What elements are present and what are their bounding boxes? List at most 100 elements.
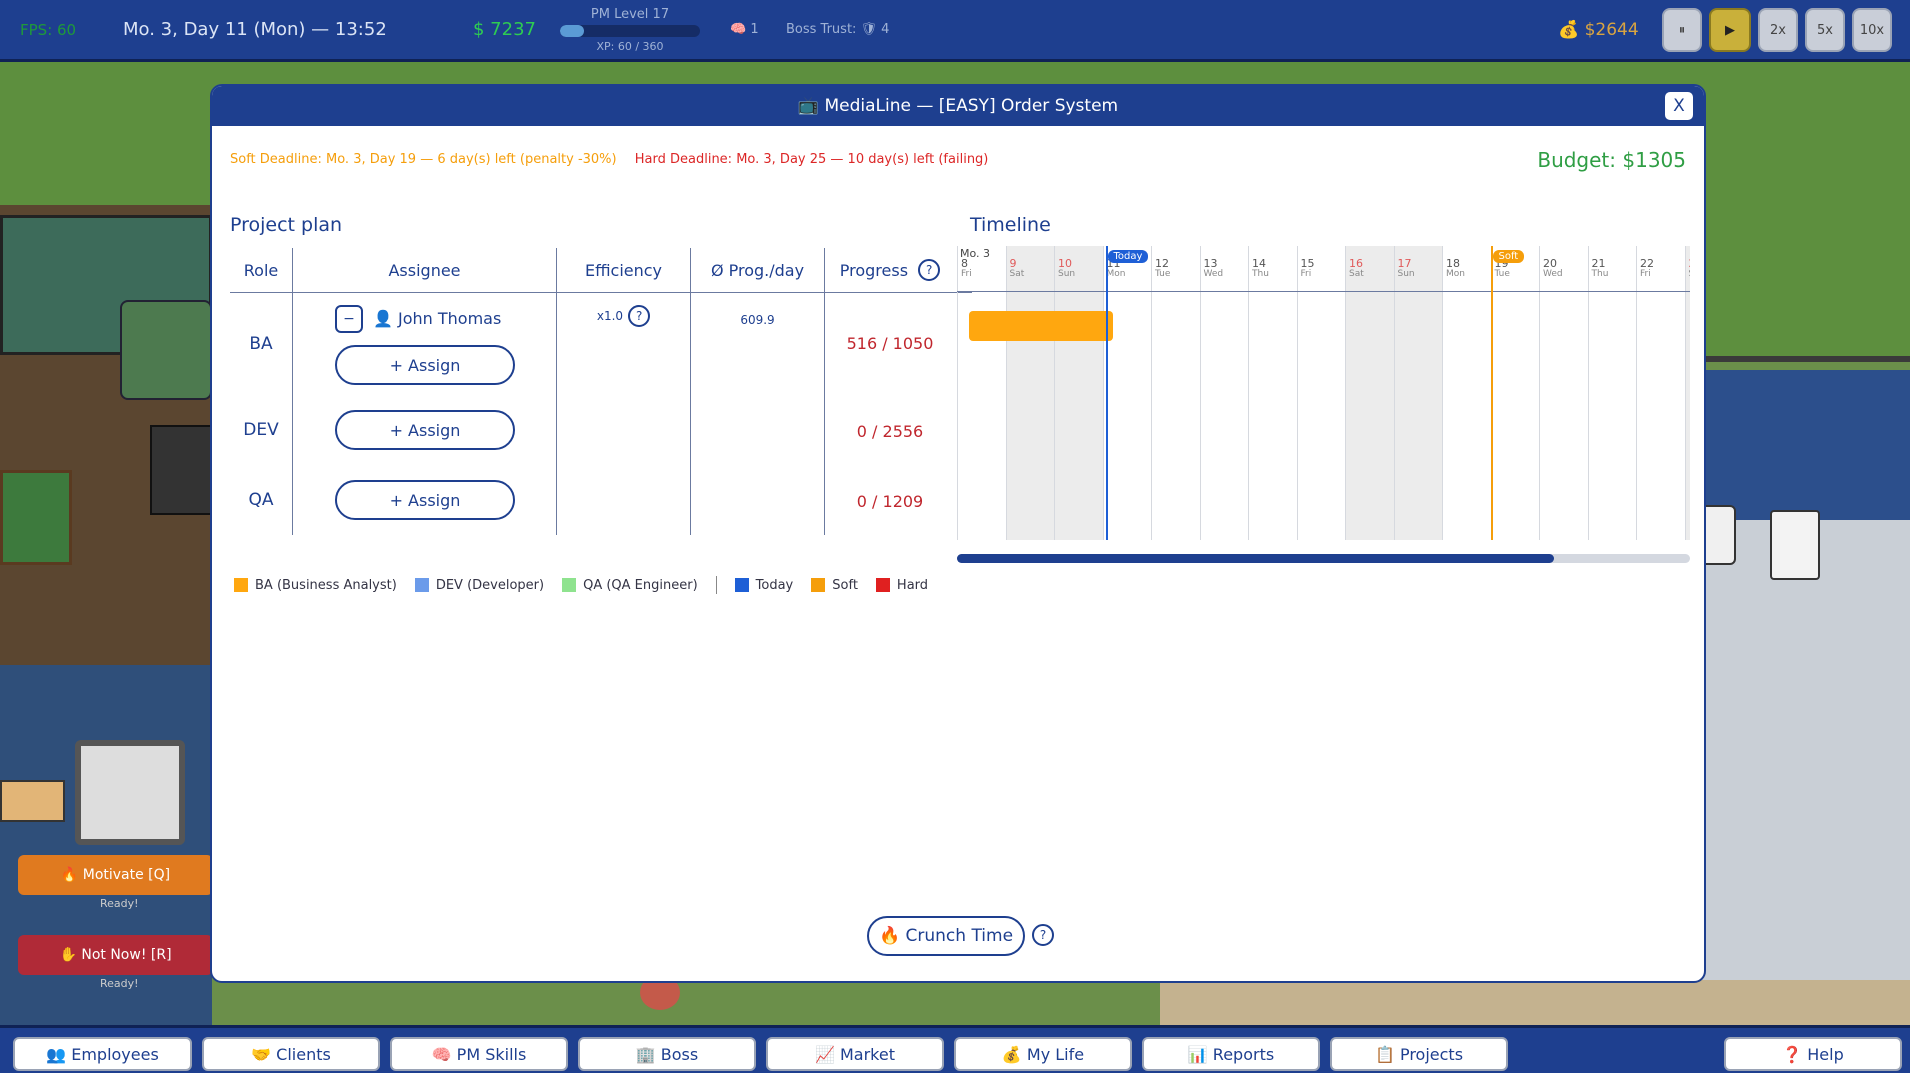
top-hud: FPS: 60 Mo. 3, Day 11 (Mon) — 13:52 $ 72… bbox=[0, 0, 1910, 62]
nav-market[interactable]: 📈 Market bbox=[766, 1037, 944, 1071]
savings: 💰 $2644 bbox=[1558, 20, 1639, 40]
xp-text: XP: 60 / 360 bbox=[596, 40, 664, 53]
speed-5x-button[interactable]: 5x bbox=[1805, 8, 1845, 52]
nav-employees[interactable]: 👥 Employees bbox=[13, 1037, 192, 1071]
lawn-right bbox=[1700, 62, 1910, 362]
bottom-nav: 👥 Employees 🤝 Clients 🧠 PM Skills 🏢 Boss… bbox=[0, 1025, 1910, 1073]
timeline-scroll-thumb[interactable] bbox=[957, 554, 1555, 563]
nav-boss[interactable]: 🏢 Boss bbox=[578, 1037, 756, 1071]
efficiency-cell-dev bbox=[557, 395, 691, 465]
day-name: Mon bbox=[1106, 269, 1126, 279]
hard-deadline: Hard Deadline: Mo. 3, Day 25 — 10 day(s)… bbox=[634, 152, 989, 167]
timeline-chart[interactable]: Mo. 3 8 Fri 9 Sat 10 Sun 11 Mon 12 Tue 13 Wed 14 Thu 1… bbox=[957, 246, 1690, 546]
pm-level-label: PM Level 17 bbox=[590, 7, 670, 22]
legend-today-swatch bbox=[734, 578, 749, 592]
progress-help-icon[interactable]: ? bbox=[918, 259, 941, 281]
assign-button-qa[interactable]: + Assign bbox=[335, 480, 515, 520]
speed-2x-button[interactable]: 2x bbox=[1758, 8, 1798, 52]
close-button[interactable]: X bbox=[1664, 91, 1694, 121]
day-name: Fri bbox=[1300, 269, 1312, 279]
project-modal: 📺 MediaLine — [EASY] Order System X Soft… bbox=[210, 84, 1706, 983]
efficiency-value: x1.0 bbox=[596, 309, 624, 323]
assignee-name[interactable]: 👤 John Thomas bbox=[373, 309, 501, 328]
col-prog-day: Ø Prog./day bbox=[691, 248, 825, 292]
game-date: Mo. 3, Day 11 (Mon) — 13:52 bbox=[123, 19, 387, 40]
play-button[interactable]: ▶ bbox=[1709, 8, 1751, 52]
col-efficiency: Efficiency bbox=[557, 248, 691, 292]
soft-deadline: Soft Deadline: Mo. 3, Day 19 — 6 day(s) … bbox=[230, 152, 617, 167]
prog-day-cell-ba: 609.9 bbox=[691, 293, 825, 395]
not-now-button[interactable]: ✋ Not Now! [R] bbox=[18, 935, 213, 975]
col-role: Role bbox=[230, 248, 293, 292]
nav-pm-skills[interactable]: 🧠 PM Skills bbox=[390, 1037, 568, 1071]
efficiency-cell-ba: x1.0 ? bbox=[557, 293, 691, 395]
timeline-scrollbar[interactable] bbox=[957, 554, 1690, 563]
day-name: Sun bbox=[1397, 269, 1415, 279]
legend-hard-swatch bbox=[875, 578, 890, 592]
motivate-status: Ready! bbox=[100, 897, 139, 910]
chart-board bbox=[75, 740, 185, 845]
nav-my-life[interactable]: 💰 My Life bbox=[954, 1037, 1132, 1071]
tv bbox=[150, 425, 212, 515]
legend-hard-label: Hard bbox=[896, 577, 929, 593]
desk bbox=[0, 780, 65, 822]
day-name: Mon bbox=[1446, 269, 1465, 279]
timeline-header-divider bbox=[957, 291, 1690, 292]
assign-button-ba[interactable]: + Assign bbox=[335, 345, 515, 385]
day-name: Thu bbox=[1252, 269, 1269, 279]
efficiency-help-icon[interactable]: ? bbox=[628, 305, 651, 327]
crunch-help-icon[interactable]: ? bbox=[1032, 924, 1054, 946]
xp-bar bbox=[560, 25, 700, 37]
today-line bbox=[1105, 246, 1108, 540]
legend-ba-label: BA (Business Analyst) bbox=[255, 577, 397, 593]
project-plan-title: Project plan bbox=[230, 214, 343, 236]
legend-dev: DEV (Developer) bbox=[414, 577, 545, 593]
col-progress: Progress ? bbox=[825, 248, 955, 292]
nav-clients[interactable]: 🤝 Clients bbox=[202, 1037, 380, 1071]
legend-separator bbox=[715, 576, 717, 594]
money: $ 7237 bbox=[473, 19, 536, 40]
unassign-button[interactable]: − bbox=[335, 305, 363, 333]
day-name: Wed bbox=[1203, 269, 1224, 279]
assignee-cell-qa: + Assign bbox=[293, 465, 557, 535]
pm-level: PM Level 17 XP: 60 / 360 bbox=[560, 7, 700, 53]
legend-soft: Soft bbox=[811, 578, 858, 593]
progress-ba: 516 / 1050 bbox=[846, 334, 934, 353]
legend-today: Today bbox=[734, 577, 794, 593]
nav-help[interactable]: ❓ Help bbox=[1724, 1037, 1902, 1071]
pause-button[interactable]: ⏸ bbox=[1662, 8, 1702, 52]
today-flag: Today bbox=[1107, 250, 1149, 263]
boss-trust: Boss Trust: 🛡 4 bbox=[786, 22, 890, 37]
foosball-table bbox=[0, 470, 72, 565]
ba-task-bar[interactable] bbox=[969, 311, 1113, 341]
role-ba: BA bbox=[230, 293, 293, 395]
legend-qa-label: QA (QA Engineer) bbox=[583, 577, 698, 593]
legend-soft-swatch bbox=[811, 578, 826, 592]
crunch-time-button[interactable]: 🔥 Crunch Time bbox=[867, 916, 1025, 956]
nav-projects[interactable]: 📋 Projects bbox=[1330, 1037, 1508, 1071]
bathroom-floor bbox=[1700, 520, 1910, 1025]
efficiency-cell-qa bbox=[557, 465, 691, 535]
role-qa: QA bbox=[230, 465, 293, 535]
col-assignee: Assignee bbox=[293, 248, 557, 292]
legend-today-label: Today bbox=[755, 577, 794, 593]
assignee-cell-ba: − 👤 John Thomas + Assign bbox=[293, 293, 557, 395]
speed-10x-button[interactable]: 10x bbox=[1852, 8, 1892, 52]
day-name: Fri bbox=[961, 269, 972, 279]
day-name: Tue bbox=[1155, 269, 1171, 279]
day-name: Tue bbox=[1494, 269, 1510, 279]
motivate-button[interactable]: 🔥 Motivate [Q] bbox=[18, 855, 213, 895]
nav-reports[interactable]: 📊 Reports bbox=[1142, 1037, 1320, 1071]
col-progress-label: Progress bbox=[839, 260, 909, 280]
progress-qa: 0 / 1209 bbox=[856, 492, 924, 511]
progress-dev: 0 / 2556 bbox=[856, 422, 924, 441]
day-name: Fri bbox=[1640, 269, 1651, 279]
day-name: Sat bbox=[1009, 269, 1025, 279]
legend-dev-label: DEV (Developer) bbox=[435, 577, 545, 593]
assign-button-dev[interactable]: + Assign bbox=[335, 410, 515, 450]
xp-bar-fill bbox=[560, 25, 584, 37]
timeline-title: Timeline bbox=[970, 214, 1051, 236]
prog-day-value: 609.9 bbox=[740, 313, 775, 327]
legend-dev-swatch bbox=[414, 578, 429, 592]
day-name: Wed bbox=[1543, 269, 1563, 279]
